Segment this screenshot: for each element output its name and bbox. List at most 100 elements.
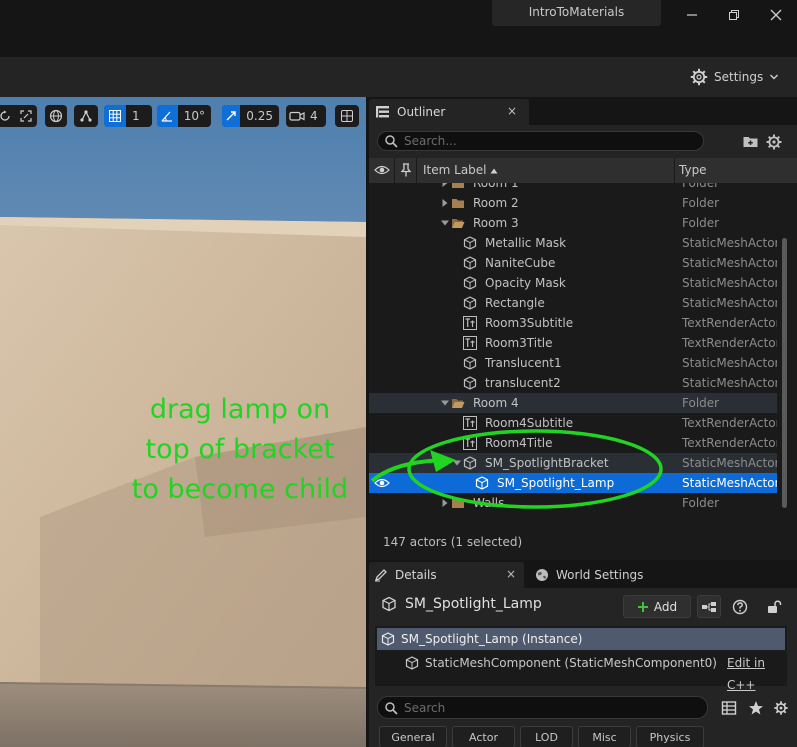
- expand-arrow-right-icon[interactable]: [441, 183, 449, 187]
- scale-snap-value[interactable]: 0.25: [240, 109, 279, 123]
- outliner-row-label: Translucent1: [485, 356, 562, 370]
- scale-icon[interactable]: [16, 105, 38, 127]
- property-matrix-button[interactable]: [717, 696, 741, 719]
- outliner-tree[interactable]: Room 1 Folder Room 2 Folder Room 3 Folder Meta…: [369, 183, 777, 516]
- tab-world-settings[interactable]: World Settings: [535, 562, 643, 588]
- visibility-eye-icon[interactable]: [374, 476, 390, 490]
- restore-button[interactable]: [721, 3, 747, 27]
- filter-general[interactable]: General: [379, 726, 447, 747]
- expand-arrow-right-icon[interactable]: [441, 199, 449, 207]
- outliner-row-label: Walls: [473, 496, 505, 510]
- grid-snap-icon[interactable]: [104, 105, 126, 127]
- expand-arrow-down-icon[interactable]: [453, 459, 461, 467]
- transform-mode-group[interactable]: [0, 105, 37, 127]
- expand-arrow-down-icon[interactable]: [441, 399, 449, 407]
- angle-snap-value[interactable]: 10°: [178, 109, 211, 123]
- details-close-icon[interactable]: ×: [506, 567, 516, 581]
- angle-snap-group[interactable]: 10°: [157, 105, 211, 127]
- expand-arrow-down-icon[interactable]: [441, 219, 449, 227]
- filter-misc[interactable]: Misc: [578, 726, 631, 747]
- tab-outliner[interactable]: Outliner ×: [369, 99, 529, 125]
- minimize-button[interactable]: [679, 3, 705, 27]
- outliner-row-room4subtitle[interactable]: Room4Subtitle TextRenderActor: [369, 413, 777, 433]
- table-grid-icon: [721, 700, 737, 715]
- outliner-toolbar: Search...: [369, 125, 797, 158]
- outliner-row-label: Room 1: [473, 183, 519, 190]
- star-icon: [749, 700, 763, 714]
- outliner-row-nanitecube[interactable]: NaniteCube StaticMeshActor: [369, 253, 777, 273]
- scale-snap-icon[interactable]: [222, 105, 241, 127]
- details-search-placeholder: Search: [404, 700, 446, 715]
- viewport-layout-button[interactable]: [335, 105, 359, 127]
- details-search-input[interactable]: Search: [377, 696, 708, 719]
- favorites-button[interactable]: [744, 696, 768, 719]
- item-label-column[interactable]: Item Label: [423, 158, 487, 183]
- filter-lod[interactable]: LOD: [520, 726, 573, 747]
- static-mesh-icon: [463, 376, 477, 390]
- outliner-close-icon[interactable]: ×: [507, 104, 517, 118]
- outliner-row-translucent2[interactable]: translucent2 StaticMeshActor: [369, 373, 777, 393]
- outliner-row-label: Room4Subtitle: [485, 416, 574, 430]
- outliner-search-input[interactable]: Search...: [377, 131, 704, 151]
- rotate-icon[interactable]: [0, 105, 16, 127]
- unlock-icon: [768, 599, 782, 613]
- details-settings-button[interactable]: [769, 696, 793, 719]
- pin-column-icon[interactable]: [400, 163, 412, 177]
- component-row-instance[interactable]: SM_Spotlight_Lamp (Instance): [377, 628, 785, 650]
- close-window-button[interactable]: [763, 3, 789, 27]
- expand-arrow-right-icon[interactable]: [441, 499, 449, 507]
- outliner-row-room4title[interactable]: Room4Title TextRenderActor: [369, 433, 777, 453]
- component-row-static-mesh[interactable]: StaticMeshComponent (StaticMeshComponent…: [405, 652, 717, 674]
- add-component-button[interactable]: Add: [623, 595, 691, 618]
- tab-details-label: Details: [395, 568, 437, 582]
- settings-button[interactable]: Settings: [690, 65, 779, 89]
- outliner-row-translucent1[interactable]: Translucent1 StaticMeshActor: [369, 353, 777, 373]
- outliner-scrollbar[interactable]: [779, 183, 789, 516]
- filter-physics[interactable]: Physics: [636, 726, 704, 747]
- folder-icon: [451, 496, 465, 510]
- grid-snap-group[interactable]: 1: [104, 105, 152, 127]
- settings-bar: Settings: [0, 57, 797, 97]
- outliner-row-room-3[interactable]: Room 3 Folder: [369, 213, 777, 233]
- outliner-row-room-1[interactable]: Room 1 Folder: [369, 183, 777, 193]
- help-button[interactable]: [728, 595, 752, 618]
- world-space-button[interactable]: [45, 105, 67, 127]
- angle-snap-icon[interactable]: [157, 105, 178, 127]
- camera-icon[interactable]: [286, 105, 308, 127]
- outliner-row-opacity-mask[interactable]: Opacity Mask StaticMeshActor: [369, 273, 777, 293]
- details-object-header: SM_Spotlight_Lamp: [381, 596, 542, 612]
- world-settings-icon: [536, 569, 548, 581]
- blueprint-button[interactable]: [697, 595, 721, 618]
- camera-speed-value[interactable]: 4: [308, 109, 320, 123]
- outliner-row-room-2[interactable]: Room 2 Folder: [369, 193, 777, 213]
- scale-snap-group[interactable]: 0.25: [222, 105, 279, 127]
- outliner-row-rectangle[interactable]: Rectangle StaticMeshActor: [369, 293, 777, 313]
- type-column[interactable]: Type: [679, 158, 707, 183]
- outliner-settings-button[interactable]: [765, 133, 783, 151]
- outliner-row-type: StaticMeshActor: [682, 356, 777, 370]
- surface-snap-button[interactable]: [74, 105, 98, 127]
- camera-speed-group[interactable]: 4: [286, 105, 326, 127]
- title-bar: IntroToMaterials: [0, 0, 797, 57]
- visibility-column-icon[interactable]: [374, 163, 390, 177]
- project-name-tab[interactable]: IntroToMaterials: [492, 0, 661, 26]
- tab-world-settings-label: World Settings: [556, 568, 644, 582]
- outliner-row-playerstart[interactable]: PlayerStart PlayerStart: [369, 513, 777, 516]
- outliner-row-metallic-mask[interactable]: Metallic Mask StaticMeshActor: [369, 233, 777, 253]
- add-folder-button[interactable]: [742, 133, 760, 151]
- component-instance-label: SM_Spotlight_Lamp (Instance): [401, 632, 583, 646]
- outliner-row-type: Folder: [682, 216, 720, 230]
- outliner-row-room3subtitle[interactable]: Room3Subtitle TextRenderActor: [369, 313, 777, 333]
- edit-in-cpp-link[interactable]: Edit in C++: [727, 652, 787, 696]
- details-filter-buttons: General Actor LOD Misc Physics: [379, 726, 704, 747]
- outliner-row-room3title[interactable]: Room3Title TextRenderActor: [369, 333, 777, 353]
- outliner-scroll-thumb[interactable]: [782, 238, 787, 508]
- outliner-row-sm-spotlightbracket[interactable]: SM_SpotlightBracket StaticMeshActor: [369, 453, 777, 473]
- outliner-row-walls[interactable]: Walls Folder: [369, 493, 777, 513]
- outliner-row-room-4[interactable]: Room 4 Folder: [369, 393, 777, 413]
- lock-button[interactable]: [762, 595, 786, 618]
- grid-snap-value[interactable]: 1: [126, 109, 146, 123]
- filter-actor[interactable]: Actor: [452, 726, 515, 747]
- outliner-row-sm-spotlight-lamp[interactable]: SM_Spotlight_Lamp StaticMeshActor: [369, 473, 777, 493]
- tab-details[interactable]: Details ×: [369, 562, 524, 588]
